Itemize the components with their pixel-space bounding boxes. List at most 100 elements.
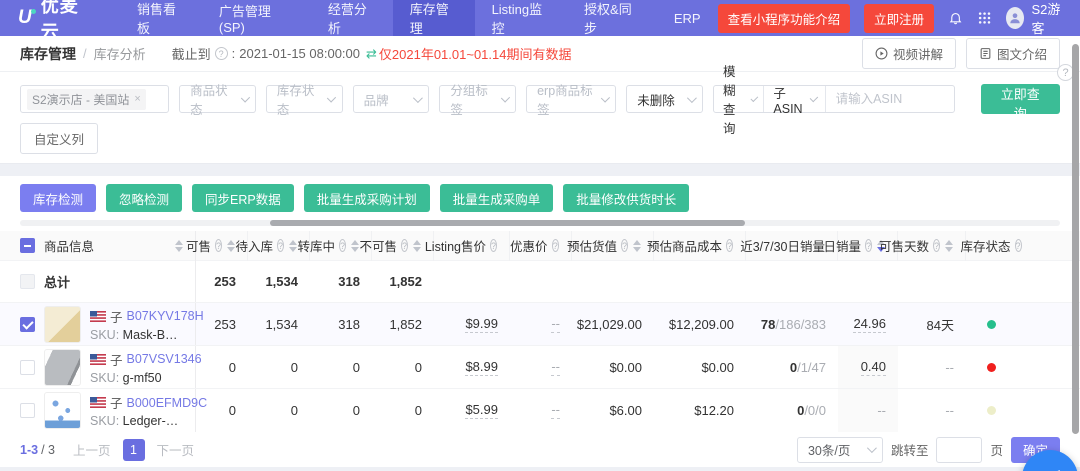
stock-check-button[interactable]: 库存检测 bbox=[20, 184, 96, 212]
next-page-button[interactable]: 下一页 bbox=[157, 440, 195, 459]
deadline-label: 截止到 bbox=[172, 44, 211, 63]
stock-status-dot bbox=[987, 320, 996, 329]
user-name: S2游客 bbox=[1031, 0, 1066, 37]
stock-status-select[interactable]: 库存状态 bbox=[266, 85, 343, 113]
sort-icon[interactable] bbox=[175, 240, 183, 252]
nav-item-sales-board[interactable]: 销售看板 bbox=[120, 0, 202, 36]
batch-purchase-plan-button[interactable]: 批量生成采购计划 bbox=[304, 184, 430, 212]
chevron-down-icon bbox=[750, 94, 758, 102]
avatar bbox=[1006, 7, 1024, 29]
batch-purchase-order-button[interactable]: 批量生成采购单 bbox=[440, 184, 554, 212]
sku-value: Mask-Box-50 bbox=[123, 328, 183, 342]
nav-item-ads[interactable]: 广告管理 (SP) bbox=[202, 0, 311, 36]
help-icon[interactable]: ? bbox=[933, 239, 940, 252]
sort-icon[interactable] bbox=[227, 240, 235, 252]
help-icon[interactable]: ? bbox=[401, 239, 408, 252]
erp-tag-select[interactable]: erp商品标签 bbox=[526, 85, 616, 113]
logo-text: 优麦云 bbox=[41, 0, 94, 44]
ignore-check-button[interactable]: 忽略检测 bbox=[106, 184, 182, 212]
help-icon[interactable]: ? bbox=[277, 239, 284, 252]
remove-tag-icon[interactable]: × bbox=[134, 93, 140, 105]
nav-item-inventory[interactable]: 库存管理 bbox=[393, 0, 475, 36]
help-icon[interactable]: ? bbox=[215, 239, 222, 252]
editable-promo-price[interactable]: -- bbox=[551, 402, 560, 419]
vertical-scrollbar[interactable] bbox=[1072, 44, 1079, 434]
row-checkbox[interactable] bbox=[20, 360, 35, 375]
video-guide-button[interactable]: 视频讲解 bbox=[862, 38, 956, 69]
sort-icon[interactable] bbox=[289, 240, 297, 252]
page-size-select[interactable]: 30条/页 bbox=[797, 437, 883, 463]
stock-status-dot bbox=[987, 406, 996, 415]
row-checkbox[interactable] bbox=[20, 317, 35, 332]
total-label: 总计 bbox=[44, 272, 70, 291]
register-button[interactable]: 立即注册 bbox=[864, 4, 934, 33]
sort-icon[interactable] bbox=[413, 240, 421, 252]
sync-erp-button[interactable]: 同步ERP数据 bbox=[192, 184, 294, 212]
doc-guide-button[interactable]: 图文介绍 bbox=[966, 38, 1060, 69]
asin-input[interactable] bbox=[826, 86, 954, 112]
batch-leadtime-button[interactable]: 批量修改供货时长 bbox=[563, 184, 689, 212]
editable-price[interactable]: $8.99 bbox=[465, 359, 498, 376]
help-icon[interactable]: ? bbox=[726, 239, 733, 252]
logo-icon: U bbox=[18, 7, 33, 29]
nav-item-erp[interactable]: ERP bbox=[657, 0, 718, 36]
col-product-info: 商品信息 bbox=[44, 236, 94, 255]
store-tag: S2演示店 - 美国站 × bbox=[27, 89, 146, 110]
app-logo[interactable]: U 优麦云 bbox=[0, 0, 120, 44]
asin-link[interactable]: B07VSV1346 bbox=[127, 352, 202, 366]
help-icon[interactable]: ? bbox=[1015, 239, 1022, 252]
select-all-checkbox[interactable] bbox=[20, 238, 35, 253]
user-menu[interactable]: S2游客 bbox=[1006, 0, 1066, 37]
editable-price[interactable]: $5.99 bbox=[465, 402, 498, 419]
asin-link[interactable]: B07KYV178H bbox=[127, 309, 204, 323]
scrollbar-thumb[interactable] bbox=[270, 220, 745, 226]
stock-status-dot bbox=[987, 363, 996, 372]
miniprogram-intro-button[interactable]: 查看小程序功能介绍 bbox=[718, 4, 851, 33]
help-icon[interactable]: ? bbox=[215, 47, 228, 60]
sort-icon[interactable] bbox=[351, 240, 359, 252]
help-icon[interactable]: ? bbox=[621, 239, 628, 252]
bell-icon[interactable] bbox=[948, 9, 963, 27]
deleted-state-select[interactable]: 未删除 bbox=[626, 85, 703, 113]
breadcrumb-bar: 库存管理 / 库存分析 截止到 ? : 2021-01-15 08:00:00 … bbox=[0, 36, 1080, 72]
help-icon[interactable]: ? bbox=[490, 239, 497, 252]
search-button[interactable]: 立即查询 bbox=[981, 84, 1060, 114]
nav-item-listing-monitor[interactable]: Listing监控 bbox=[475, 0, 567, 36]
store-select[interactable]: S2演示店 - 美国站 × bbox=[20, 85, 169, 113]
us-flag-icon bbox=[90, 397, 106, 408]
horizontal-scrollbar[interactable] bbox=[20, 220, 1060, 226]
table-row: 子 B000EFMD9C SKU: Ledger-11x17-15... 0 0… bbox=[0, 389, 1080, 432]
sort-icon[interactable] bbox=[633, 240, 641, 252]
brand-select[interactable]: 品牌 bbox=[353, 85, 430, 113]
total-row: 总计 253 1,534 318 1,852 bbox=[0, 261, 1080, 303]
sort-icon[interactable] bbox=[945, 240, 953, 252]
jump-label: 跳转至 bbox=[891, 440, 929, 459]
custom-columns-button[interactable]: 自定义列 bbox=[20, 123, 98, 154]
apps-grid-icon[interactable] bbox=[977, 9, 992, 27]
help-icon[interactable]: ? bbox=[865, 239, 872, 252]
chevron-down-icon bbox=[867, 443, 877, 453]
prev-page-button[interactable]: 上一页 bbox=[73, 440, 111, 459]
product-status-select[interactable]: 商品状态 bbox=[179, 85, 256, 113]
data-deadline: 截止到 ? : 2021-01-15 08:00:00 ⇄ bbox=[172, 44, 379, 63]
fuzzy-query-select[interactable]: 模糊查询 bbox=[714, 86, 764, 112]
editable-price[interactable]: $9.99 bbox=[465, 316, 498, 333]
editable-promo-price[interactable]: -- bbox=[551, 316, 560, 333]
swap-icon[interactable]: ⇄ bbox=[366, 46, 377, 62]
editable-daily-sales[interactable]: 24.96 bbox=[853, 316, 886, 333]
breadcrumb-page: 库存分析 bbox=[94, 44, 146, 63]
nav-item-analysis[interactable]: 经营分析 bbox=[311, 0, 393, 36]
group-tag-select[interactable]: 分组标签 bbox=[439, 85, 516, 113]
nav-item-auth-sync[interactable]: 授权&同步 bbox=[567, 0, 657, 36]
us-flag-icon bbox=[90, 354, 106, 365]
page-number-button[interactable]: 1 bbox=[123, 439, 145, 461]
editable-promo-price[interactable]: -- bbox=[551, 359, 560, 376]
row-checkbox[interactable] bbox=[20, 403, 35, 418]
jump-page-input[interactable] bbox=[936, 437, 982, 463]
asin-type-select[interactable]: 子 ASIN bbox=[764, 86, 825, 112]
help-icon[interactable]: ? bbox=[552, 239, 559, 252]
chevron-down-icon bbox=[240, 93, 249, 102]
editable-daily-sales[interactable]: 0.40 bbox=[861, 359, 886, 376]
chevron-down-icon bbox=[501, 93, 510, 102]
help-icon[interactable]: ? bbox=[339, 239, 346, 252]
